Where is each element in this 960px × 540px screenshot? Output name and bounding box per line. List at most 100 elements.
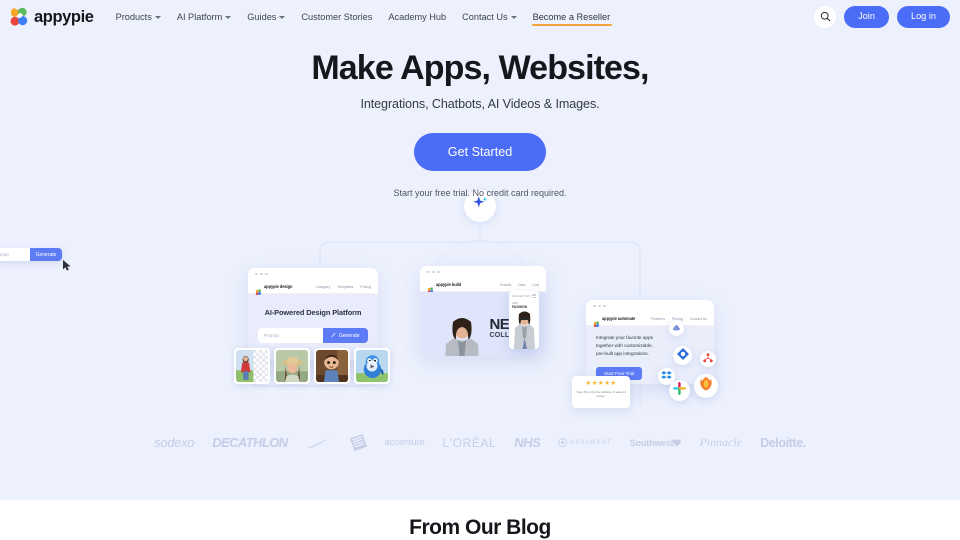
design-nav-templates[interactable]: Templates — [337, 285, 353, 289]
integrations-card-nav: appypie automate Features Pricing Contac… — [586, 312, 714, 328]
menu-icon[interactable] — [532, 294, 536, 299]
phone-preview-header: COLLECTION — [512, 294, 536, 299]
window-dot — [593, 304, 596, 308]
blog-section: From Our Blog — [0, 500, 960, 540]
appypie-logo-icon — [427, 281, 434, 294]
blog-section-title: From Our Blog — [409, 516, 551, 539]
brand-name: appypie — [34, 7, 94, 26]
slack-icon-bubble[interactable] — [669, 380, 690, 401]
window-dot — [432, 270, 435, 274]
design-card-product-name: appypie design — [264, 284, 293, 289]
window-dot — [603, 304, 606, 308]
join-button[interactable]: Join — [844, 6, 889, 28]
sparkle-ai-icon — [472, 195, 489, 217]
nav-item-ai-platform[interactable]: AI Platform — [169, 6, 239, 28]
design-card-logo: appypie design — [255, 283, 293, 296]
design-card-nav: appypie design Category Templates Pricin… — [248, 280, 378, 296]
magic-wand-icon — [331, 332, 336, 339]
nav-item-products[interactable]: Products — [108, 6, 169, 28]
mobile-preview-card[interactable]: COLLECTION NEW FASHION — [509, 291, 539, 349]
fashion-card-nav-links: Brands New Cart — [500, 283, 539, 287]
brand-logo-deloitte: Deloitte. — [760, 435, 806, 450]
card-window-bar — [586, 300, 714, 312]
sitemap-app-icon-bubble[interactable] — [700, 351, 716, 367]
hero-copy: Make Apps, Websites, Integrations, Chatb… — [0, 34, 960, 198]
nav-item-academy-hub[interactable]: Academy Hub — [380, 6, 454, 28]
fashion-card-nav: appypie build Brands New Cart — [420, 278, 546, 294]
search-icon — [820, 10, 831, 25]
nav-item-label: Products — [115, 12, 152, 22]
fashion-generate-button[interactable]: Generate — [30, 248, 62, 261]
dropbox-icon — [661, 368, 672, 386]
nav-item-customer-stories[interactable]: Customer Stories — [293, 6, 380, 28]
hero-illustration: appypie design Category Templates Pricin… — [0, 190, 960, 440]
main-navbar: appypie Products AI Platform Guides Cust… — [0, 0, 960, 34]
integrations-card[interactable]: appypie automate Features Pricing Contac… — [586, 300, 714, 384]
window-dot — [427, 270, 430, 274]
chevron-down-icon — [154, 16, 161, 19]
nav-item-label: Customer Stories — [301, 12, 373, 22]
cloud-app-icon-bubble[interactable] — [669, 321, 684, 336]
phone-collection-label: COLLECTION — [512, 295, 531, 298]
home-depot-icon — [349, 434, 367, 451]
brand-logo[interactable]: appypie — [8, 7, 94, 28]
thumbnail-image — [235, 349, 269, 383]
nav-item-label: Become a Reseller — [532, 12, 611, 22]
integrations-nav-contact[interactable]: Contact Us — [690, 317, 707, 321]
diamond-app-icon-bubble[interactable] — [673, 346, 692, 365]
assurant-mark-icon — [558, 438, 568, 447]
brand-logo-assurant-label: ASSURANT — [570, 439, 612, 446]
integrations-nav-features[interactable]: Features — [651, 317, 665, 321]
brand-logo-loreal: L'ORÉAL — [442, 435, 497, 450]
fashion-nav-new[interactable]: New — [518, 283, 525, 287]
thumb-cartoon-boy[interactable] — [314, 348, 350, 384]
diamond-app-icon — [676, 347, 689, 365]
heart-icon — [673, 438, 682, 446]
get-started-button[interactable]: Get Started — [413, 133, 547, 172]
nav-links: Products AI Platform Guides Customer Sto… — [108, 6, 815, 28]
search-button[interactable] — [814, 6, 837, 28]
model-photo-sunglasses — [511, 311, 538, 349]
thumb-woman-hat[interactable] — [274, 348, 310, 384]
window-dot — [255, 272, 258, 276]
generated-thumbnails — [234, 348, 390, 384]
brand-logo-accenture: accenture — [384, 437, 425, 448]
thumb-woman-transparent-bg[interactable] — [234, 348, 270, 384]
firefox-icon-bubble[interactable] — [694, 374, 718, 398]
fashion-nav-cart[interactable]: Cart — [532, 283, 539, 287]
login-button[interactable]: Log in — [896, 6, 950, 28]
appypie-logo-icon — [593, 315, 600, 328]
nav-item-label: Academy Hub — [388, 12, 447, 22]
fashion-nav-brands[interactable]: Brands — [500, 283, 511, 287]
page-title: Make Apps, Websites, — [311, 49, 649, 87]
nav-item-guides[interactable]: Guides — [239, 6, 293, 28]
thumbnail-image — [355, 349, 389, 383]
design-platform-card[interactable]: appypie design Category Templates Pricin… — [248, 268, 378, 360]
appypie-logo-icon — [8, 7, 30, 28]
brand-logo-southwest-label: Southwest — [629, 437, 674, 448]
fashion-prompt-input[interactable]: Prompt — [0, 248, 30, 261]
design-generate-label: Generate — [338, 332, 360, 339]
design-prompt-input[interactable]: Prompt — [258, 328, 323, 343]
sitemap-app-icon — [703, 350, 713, 368]
star-rating-icon: ★★★★★ — [585, 380, 617, 387]
appypie-logo-icon — [255, 283, 262, 296]
cursor-pointer-icon — [63, 258, 72, 276]
design-generate-button[interactable]: Generate — [323, 328, 368, 343]
firefox-icon — [698, 376, 714, 397]
card-window-bar — [248, 268, 378, 280]
design-prompt-row: Prompt Generate — [258, 328, 368, 343]
nav-item-become-a-reseller[interactable]: Become a Reseller — [525, 6, 619, 28]
design-nav-pricing[interactable]: Pricing — [360, 285, 371, 289]
play-icon[interactable] — [366, 360, 378, 372]
fashion-card-product-name: appypie build — [436, 282, 462, 287]
nav-item-contact-us[interactable]: Contact Us — [454, 6, 524, 28]
window-dot — [598, 304, 601, 308]
brand-logo-pinnacle: Pinnacle — [699, 435, 743, 449]
design-nav-category[interactable]: Category — [316, 285, 330, 289]
nav-item-label: Guides — [247, 12, 277, 22]
thumb-blue-bird-video[interactable] — [354, 348, 390, 384]
brand-logo-nhs: NHS — [514, 435, 541, 450]
testimonial-quote: "Appy Pie is the true definition of valu… — [576, 390, 626, 398]
fashion-prompt-row: Prompt Generate — [0, 248, 62, 261]
